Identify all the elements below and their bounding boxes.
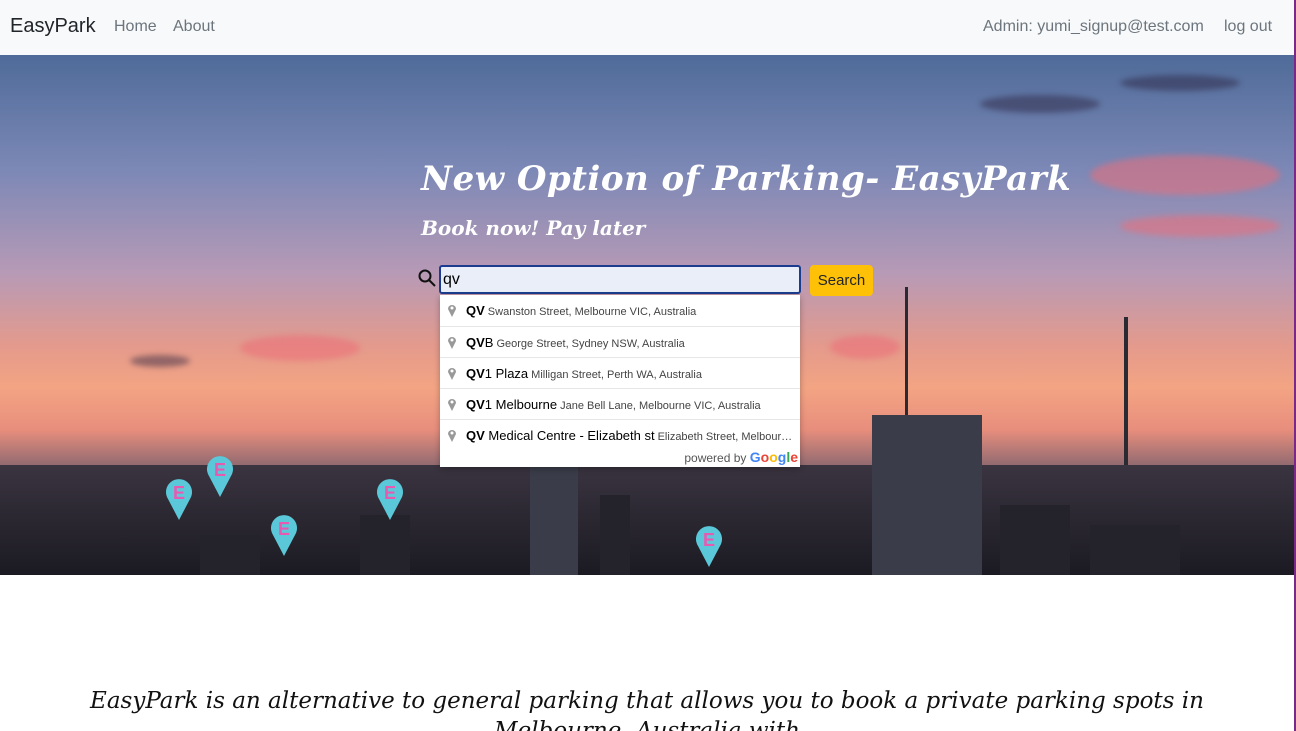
map-marker-icon[interactable]: E bbox=[205, 452, 235, 498]
cloud bbox=[1090, 155, 1280, 195]
map-marker-icon[interactable]: E bbox=[375, 475, 405, 521]
autocomplete-dropdown: QV Swanston Street, Melbourne VIC, Austra… bbox=[440, 295, 800, 467]
cloud bbox=[240, 335, 360, 361]
svg-text:E: E bbox=[703, 530, 715, 550]
autocomplete-item[interactable]: QV1 Melbourne Jane Bell Lane, Melbourne V… bbox=[440, 388, 800, 419]
admin-account-link[interactable]: Admin: yumi_signup@test.com bbox=[983, 18, 1204, 36]
brand-logo[interactable]: EasyPark bbox=[10, 15, 96, 38]
search-icon bbox=[418, 269, 436, 287]
svg-text:E: E bbox=[278, 519, 290, 539]
svg-text:E: E bbox=[384, 483, 396, 503]
nav-home-link[interactable]: Home bbox=[114, 18, 157, 36]
location-pin-icon bbox=[448, 399, 456, 411]
autocomplete-item[interactable]: QV Medical Centre - Elizabeth st Elizabet… bbox=[440, 419, 800, 450]
location-pin-icon bbox=[448, 337, 456, 349]
tower-spire bbox=[1124, 317, 1128, 487]
nav-about-link[interactable]: About bbox=[173, 18, 215, 36]
location-pin-icon bbox=[448, 430, 456, 442]
autocomplete-item[interactable]: QVB George Street, Sydney NSW, Australia bbox=[440, 326, 800, 357]
cloud bbox=[980, 95, 1100, 113]
map-marker-icon[interactable]: E bbox=[164, 475, 194, 521]
search-button[interactable]: Search bbox=[810, 265, 873, 296]
cloud bbox=[1120, 75, 1240, 91]
autocomplete-item[interactable]: QV1 Plaza Milligan Street, Perth WA, Aust… bbox=[440, 357, 800, 388]
logout-link[interactable]: log out bbox=[1224, 18, 1272, 36]
navbar: EasyPark Home About Admin: yumi_signup@t… bbox=[0, 0, 1294, 55]
map-marker-icon[interactable]: E bbox=[694, 522, 724, 568]
google-logo: Google bbox=[749, 449, 798, 465]
map-marker-icon[interactable]: E bbox=[269, 511, 299, 557]
cloud bbox=[830, 335, 900, 359]
svg-text:E: E bbox=[173, 483, 185, 503]
hero-title: New Option of Parking- EasyPark bbox=[421, 159, 1072, 199]
location-pin-icon bbox=[448, 368, 456, 380]
autocomplete-item[interactable]: QV Swanston Street, Melbourne VIC, Austra… bbox=[440, 295, 800, 326]
intro-text: EasyPark is an alternative to general pa… bbox=[90, 688, 1204, 731]
location-pin-icon bbox=[448, 305, 456, 317]
powered-by-google: powered by Google bbox=[684, 449, 798, 465]
location-search-input[interactable] bbox=[439, 265, 801, 294]
cloud bbox=[1120, 215, 1280, 237]
city-skyline bbox=[0, 415, 1294, 575]
hero-banner: New Option of Parking- EasyPark Book now… bbox=[0, 55, 1294, 575]
svg-text:E: E bbox=[214, 460, 226, 480]
hero-subtitle: Book now! Pay later bbox=[421, 216, 646, 240]
cloud bbox=[130, 355, 190, 367]
